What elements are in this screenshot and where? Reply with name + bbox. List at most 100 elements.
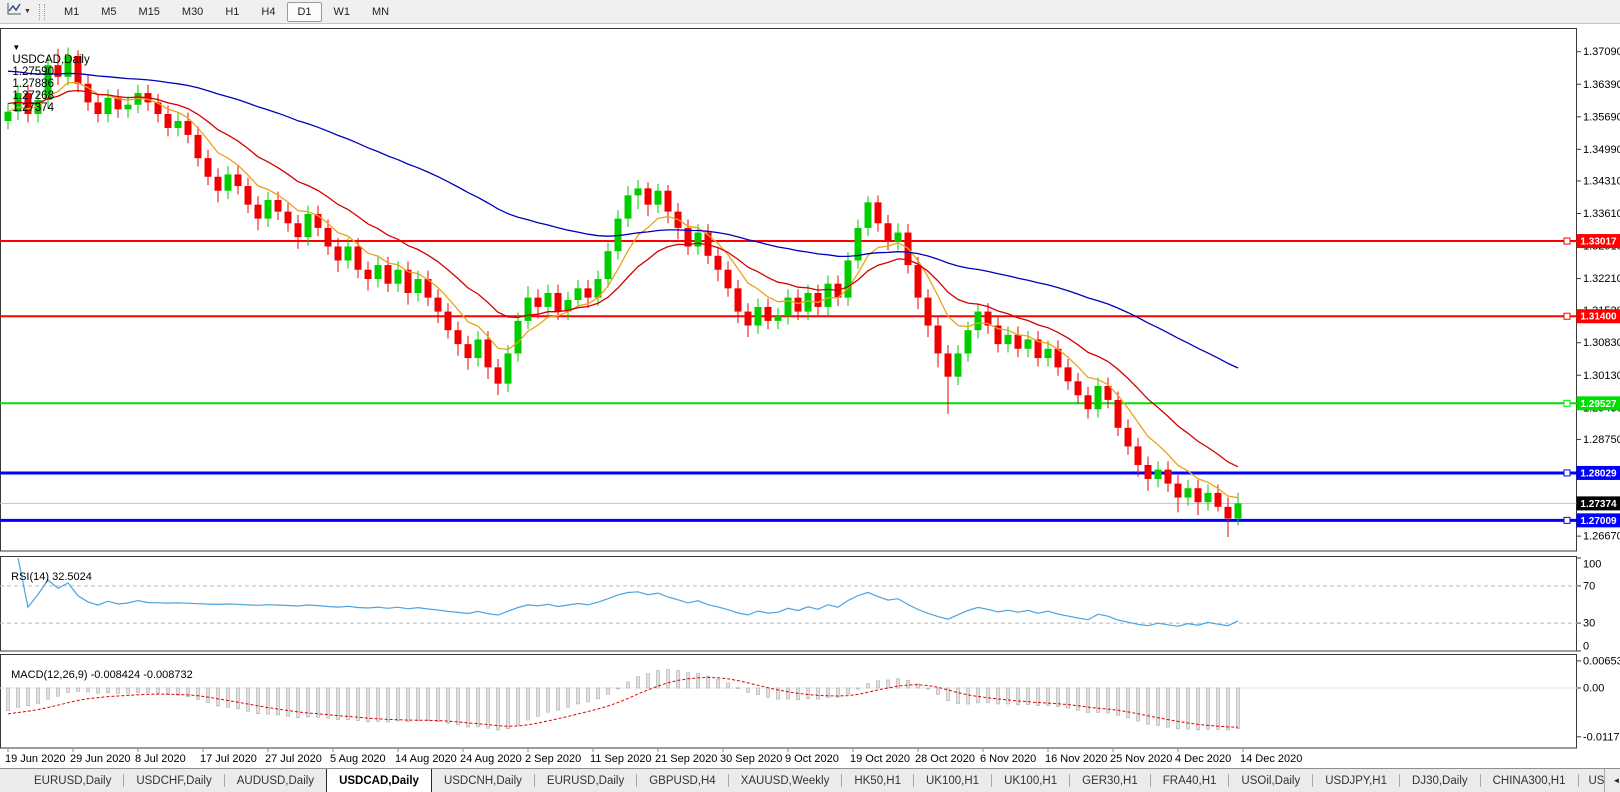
timeframe-h4[interactable]: H4 <box>251 2 285 22</box>
date-label: 24 Aug 2020 <box>460 753 522 765</box>
macd-histogram-bar <box>66 687 70 693</box>
chart-tab-uk100-h1[interactable]: UK100,H1 <box>914 769 991 792</box>
timeframe-m30[interactable]: M30 <box>172 2 213 22</box>
macd-histogram-bar <box>1156 687 1160 726</box>
timeframe-m5[interactable]: M5 <box>91 2 126 22</box>
macd-histogram-bar <box>46 687 50 700</box>
level-handle[interactable] <box>1563 237 1571 245</box>
chart-tab-us[interactable]: US <box>1579 769 1604 792</box>
chart-tab-xauusd-weekly[interactable]: XAUUSD,Weekly <box>729 769 842 792</box>
macd-histogram-bar <box>966 687 970 705</box>
chart-tab-eurusd-daily[interactable]: EURUSD,Daily <box>22 769 123 792</box>
chart-tab-usdcnh-daily[interactable]: USDCNH,Daily <box>432 769 534 792</box>
rsi-axis-label: 70 <box>1583 580 1595 592</box>
date-label: 17 Jul 2020 <box>200 753 257 765</box>
candle-body <box>574 288 582 300</box>
level-handle[interactable] <box>1563 399 1571 407</box>
chart-tab-eurusd-daily[interactable]: EURUSD,Daily <box>535 769 636 792</box>
candle-body <box>1214 492 1222 507</box>
collapse-caret-icon[interactable]: ▼ <box>12 43 20 52</box>
candle-body <box>734 288 742 312</box>
chart-tab-hk50-h1[interactable]: HK50,H1 <box>842 769 913 792</box>
level-handle[interactable] <box>1563 516 1571 524</box>
price-tick-label: 1.30830 <box>1583 337 1620 349</box>
chart-tab-uk100-h1[interactable]: UK100,H1 <box>992 769 1069 792</box>
candle-body <box>104 97 112 115</box>
candle-body <box>934 325 942 354</box>
candle-body <box>1234 503 1242 519</box>
candle-body <box>484 339 492 368</box>
macd-histogram-bar <box>446 687 450 724</box>
macd-histogram-bar <box>426 687 430 722</box>
candle-body <box>624 195 632 219</box>
candle-body <box>1094 385 1102 410</box>
candle-body <box>884 223 892 242</box>
tab-scroll-arrows: ◄ ► <box>1603 769 1620 792</box>
candle-body <box>204 158 212 177</box>
level-handle[interactable] <box>1563 469 1571 477</box>
candle-body <box>524 297 532 321</box>
chart-tab-audusd-daily[interactable]: AUDUSD,Daily <box>225 769 326 792</box>
macd-histogram-bar <box>506 687 510 730</box>
candle-body <box>554 292 562 312</box>
macd-histogram-bar <box>156 687 160 694</box>
macd-histogram-bar <box>886 679 890 689</box>
macd-histogram-bar <box>606 687 610 695</box>
timeframe-m1[interactable]: M1 <box>54 2 89 22</box>
macd-histogram-bar <box>1196 687 1200 731</box>
chart-type-button[interactable]: ▼ <box>4 0 34 23</box>
price-tag-label: 1.27009 <box>1580 516 1617 527</box>
timeframe-w1[interactable]: W1 <box>324 2 361 22</box>
chevron-down-icon[interactable]: ▼ <box>24 8 31 15</box>
candle-body <box>944 353 952 377</box>
macd-histogram-bar <box>316 687 320 718</box>
macd-histogram-bar <box>266 687 270 715</box>
candle-body <box>194 134 202 159</box>
chart-tab-bar: EURUSD,Daily USDCHF,Daily AUDUSD,Daily USDC… <box>0 768 1620 792</box>
chart-tab-usdjpy-h1[interactable]: USDJPY,H1 <box>1313 769 1399 792</box>
chart-canvas[interactable]: 1.37090 1.36390 1.35690 1.34990 1.34310 1.336… <box>0 0 1620 792</box>
date-label: 28 Oct 2020 <box>915 753 975 765</box>
chart-tab-fra40-h1[interactable]: FRA40,H1 <box>1151 769 1229 792</box>
chart-tab-dj30-daily[interactable]: DJ30,Daily <box>1400 769 1480 792</box>
macd-histogram-bar <box>986 687 990 704</box>
macd-histogram-bar <box>1076 687 1080 711</box>
chart-type-icon <box>7 2 22 21</box>
candle-body <box>214 176 222 191</box>
macd-histogram-bar <box>216 687 220 707</box>
date-label: 14 Dec 2020 <box>1240 753 1302 765</box>
rsi-axis-label: 100 <box>1583 559 1601 571</box>
macd-histogram-bar <box>476 687 480 728</box>
macd-histogram-bar <box>456 687 460 726</box>
chart-tab-usoil-daily[interactable]: USOil,Daily <box>1229 769 1312 792</box>
macd-histogram-bar <box>1116 687 1120 716</box>
price-tick-label: 1.33610 <box>1583 208 1620 220</box>
chart-tab-gbpusd-h4[interactable]: GBPUSD,H4 <box>637 769 727 792</box>
chart-tab-usdchf-daily[interactable]: USDCHF,Daily <box>124 769 223 792</box>
chart-tab-ger30-h1[interactable]: GER30,H1 <box>1070 769 1150 792</box>
date-label: 2 Sep 2020 <box>525 753 581 765</box>
chart-tab-china300-h1[interactable]: CHINA300,H1 <box>1481 769 1578 792</box>
toolbar-grip[interactable] <box>38 3 45 20</box>
macd-histogram-bar <box>736 687 740 689</box>
candle-body <box>964 330 972 354</box>
macd-histogram-bar <box>596 687 600 700</box>
timeframe-d1[interactable]: D1 <box>287 1 322 22</box>
macd-histogram-bar <box>366 687 370 723</box>
macd-histogram-bar <box>56 687 60 697</box>
tab-scroll-left-icon[interactable]: ◄ <box>1613 776 1620 785</box>
macd-histogram-bar <box>616 687 620 690</box>
macd-histogram-bar <box>466 687 470 728</box>
timeframe-m15[interactable]: M15 <box>129 2 170 22</box>
macd-axis-label: -0.011766 <box>1583 731 1620 743</box>
candle-body <box>774 316 782 321</box>
chart-tab-usdcad-daily[interactable]: USDCAD,Daily <box>326 769 432 792</box>
candle-body <box>664 190 672 212</box>
timeframe-h1[interactable]: H1 <box>215 2 249 22</box>
timeframe-mn[interactable]: MN <box>362 2 399 22</box>
level-handle[interactable] <box>1563 312 1571 320</box>
macd-histogram-bar <box>76 687 80 692</box>
macd-histogram-bar <box>116 687 120 694</box>
macd-axis-label: 0.006535 <box>1583 655 1620 667</box>
date-axis: 19 Jun 2020 29 Jun 2020 8 Jul 2020 17 Jul 2… <box>5 748 1302 765</box>
